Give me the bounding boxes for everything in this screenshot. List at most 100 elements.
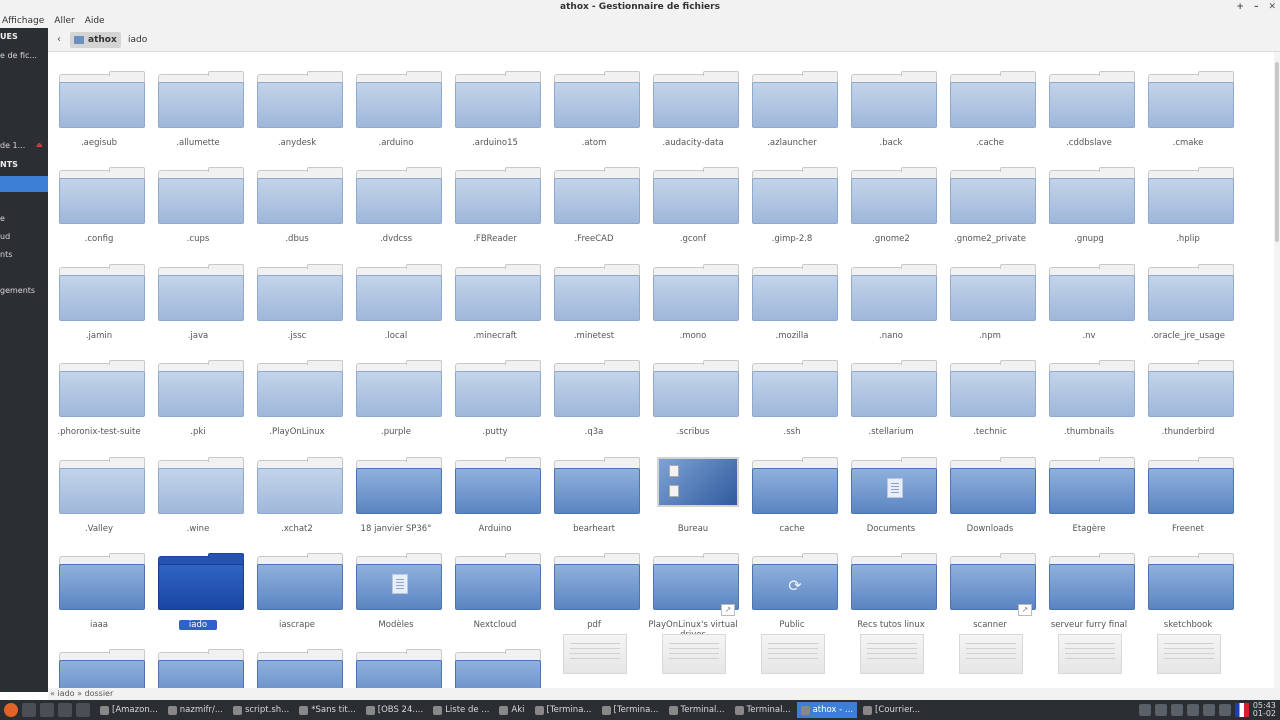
tray-icon-3[interactable]: [1170, 704, 1183, 716]
folder-item[interactable]: .gnome2: [842, 150, 940, 244]
folder-item[interactable]: .arduino: [347, 54, 445, 148]
terminal-launcher-icon[interactable]: [22, 703, 36, 717]
sidebar-item-place-2[interactable]: ud: [0, 232, 10, 241]
folder-item-partial[interactable]: [347, 632, 445, 688]
tray-icon-1[interactable]: [1138, 704, 1151, 716]
file-icon-partial[interactable]: [563, 634, 627, 675]
folder-item[interactable]: pdf: [545, 536, 643, 630]
sidebar-item-place-3[interactable]: nts: [0, 250, 12, 259]
folder-item[interactable]: .thunderbird: [1139, 343, 1237, 437]
folder-item[interactable]: .ssh: [743, 343, 841, 437]
folder-item[interactable]: .jssc: [248, 247, 346, 341]
file-icon-partial[interactable]: [662, 634, 726, 675]
sidebar-item-volume[interactable]: de 1...: [0, 141, 25, 150]
folder-item[interactable]: .minecraft: [446, 247, 544, 341]
folder-item[interactable]: .phoronix-test-suite: [50, 343, 148, 437]
tray-icon-2[interactable]: [1154, 704, 1167, 716]
app-launcher-icon[interactable]: [40, 703, 54, 717]
folder-item[interactable]: .xchat2: [248, 440, 346, 534]
close-button[interactable]: ✕: [1268, 0, 1276, 14]
folder-item[interactable]: .cups: [149, 150, 247, 244]
folder-item[interactable]: .scribus: [644, 343, 742, 437]
folder-item[interactable]: Documents: [842, 440, 940, 534]
folder-item[interactable]: .mono: [644, 247, 742, 341]
folder-item[interactable]: .audacity-data: [644, 54, 742, 148]
folder-item[interactable]: .back: [842, 54, 940, 148]
menu-aide[interactable]: Aide: [85, 14, 105, 28]
folder-item[interactable]: bearheart: [545, 440, 643, 534]
menu-affichage[interactable]: Affichage: [2, 14, 44, 28]
taskbar-task[interactable]: athox - ...: [796, 702, 858, 718]
folder-item[interactable]: .cddbslave: [1040, 54, 1138, 148]
folder-item[interactable]: .oracle_jre_usage: [1139, 247, 1237, 341]
file-icon-partial[interactable]: [860, 634, 924, 675]
folder-item[interactable]: .PlayOnLinux: [248, 343, 346, 437]
taskbar-task[interactable]: [Termina...: [598, 702, 663, 718]
folder-item[interactable]: .anydesk: [248, 54, 346, 148]
folder-item[interactable]: .dbus: [248, 150, 346, 244]
folder-item[interactable]: .config: [50, 150, 148, 244]
folder-item-partial[interactable]: [50, 632, 148, 688]
volume-icon[interactable]: [1218, 704, 1231, 716]
tray-icon-4[interactable]: [1186, 704, 1199, 716]
folder-item[interactable]: .gnome2_private: [941, 150, 1039, 244]
folder-item[interactable]: Etagère: [1040, 440, 1138, 534]
folder-item[interactable]: iaaa: [50, 536, 148, 630]
minimize-button[interactable]: –: [1254, 0, 1259, 14]
taskbar-task[interactable]: [OBS 24....: [362, 702, 427, 718]
taskbar-task[interactable]: script.sh...: [229, 702, 293, 718]
folder-item[interactable]: .aegisub: [50, 54, 148, 148]
folder-item[interactable]: .stellarium: [842, 343, 940, 437]
file-icon-partial[interactable]: [761, 634, 825, 675]
file-icon-partial[interactable]: [959, 634, 1023, 675]
folder-item[interactable]: sketchbook: [1139, 536, 1237, 630]
folder-item[interactable]: ↗PlayOnLinux's virtual drives: [644, 536, 742, 640]
folder-item[interactable]: Recs tutos linux: [842, 536, 940, 630]
back-arrow-icon[interactable]: ‹: [52, 33, 66, 47]
folder-item[interactable]: .cache: [941, 54, 1039, 148]
folder-item[interactable]: .nv: [1040, 247, 1138, 341]
folder-item[interactable]: .minetest: [545, 247, 643, 341]
folder-item[interactable]: .Valley: [50, 440, 148, 534]
desktop-icon[interactable]: [58, 703, 72, 717]
folder-item[interactable]: .gnupg: [1040, 150, 1138, 244]
folder-item[interactable]: ⟳ Public: [743, 536, 841, 630]
sidebar-item-place-1[interactable]: e: [0, 214, 5, 223]
keyboard-layout-flag-icon[interactable]: [1234, 703, 1249, 717]
folder-item[interactable]: .technic: [941, 343, 1039, 437]
sidebar-item-downloads[interactable]: gements: [0, 286, 35, 295]
taskbar-task[interactable]: [Termina...: [531, 702, 596, 718]
folder-item[interactable]: .q3a: [545, 343, 643, 437]
folder-item[interactable]: .thumbnails: [1040, 343, 1138, 437]
folder-item[interactable]: Downloads: [941, 440, 1039, 534]
folder-item[interactable]: Nextcloud: [446, 536, 544, 630]
scrollbar-thumb[interactable]: [1275, 62, 1279, 242]
folder-item[interactable]: .putty: [446, 343, 544, 437]
eject-icon[interactable]: ⏏: [36, 141, 44, 149]
folder-item[interactable]: .gimp-2.8: [743, 150, 841, 244]
menu-aller[interactable]: Aller: [54, 14, 74, 28]
folder-item[interactable]: .FreeCAD: [545, 150, 643, 244]
folder-item[interactable]: .arduino15: [446, 54, 544, 148]
folder-item[interactable]: .cmake: [1139, 54, 1237, 148]
folder-item[interactable]: .local: [347, 247, 445, 341]
file-icon-partial[interactable]: [1058, 634, 1122, 675]
folder-item[interactable]: .pki: [149, 343, 247, 437]
folder-item[interactable]: cache: [743, 440, 841, 534]
folder-item[interactable]: .jamin: [50, 247, 148, 341]
file-icon-partial[interactable]: [1157, 634, 1221, 675]
folder-item-partial[interactable]: [446, 632, 544, 688]
breadcrumb-home[interactable]: athox: [70, 32, 121, 48]
files-launcher-icon[interactable]: [76, 703, 90, 717]
folder-item[interactable]: Freenet: [1139, 440, 1237, 534]
taskbar-task[interactable]: [Courrier...: [859, 702, 924, 718]
taskbar-task[interactable]: Liste de ...: [429, 702, 493, 718]
folder-item[interactable]: .allumette: [149, 54, 247, 148]
folder-item[interactable]: iado: [149, 536, 247, 630]
folder-item[interactable]: .npm: [941, 247, 1039, 341]
firefox-icon[interactable]: [4, 703, 18, 717]
folder-item[interactable]: Bureau: [644, 440, 742, 534]
folder-item[interactable]: .java: [149, 247, 247, 341]
taskbar-task[interactable]: [Amazon...: [96, 702, 162, 718]
folder-item[interactable]: .nano: [842, 247, 940, 341]
